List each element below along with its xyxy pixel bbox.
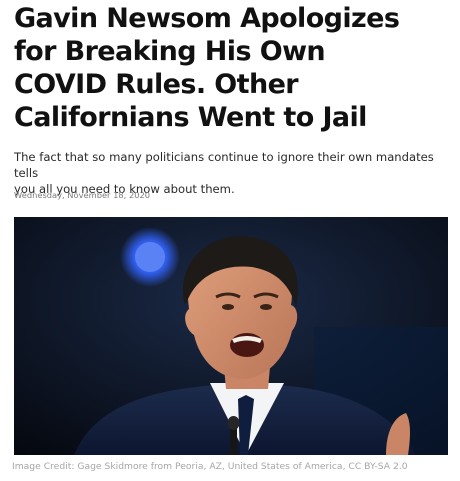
article: Gavin Newsom Apologizes for Breaking His… [0,0,460,481]
publish-date: Wednesday, November 18, 2020 [14,190,151,200]
headline-line: COVID Rules. Other [14,69,299,100]
dek-line: The fact that so many politicians contin… [14,150,434,180]
photo-caption: Image Credit: Gage Skidmore from Peoria,… [12,461,408,472]
speaker-photo-illustration [14,217,448,455]
headline-line: for Breaking His Own [14,36,326,67]
headline-line: Gavin Newsom Apologizes [14,3,400,34]
headline[interactable]: Gavin Newsom Apologizes for Breaking His… [14,2,454,134]
article-photo [14,217,448,455]
headline-line: Californians Went to Jail [14,102,367,133]
